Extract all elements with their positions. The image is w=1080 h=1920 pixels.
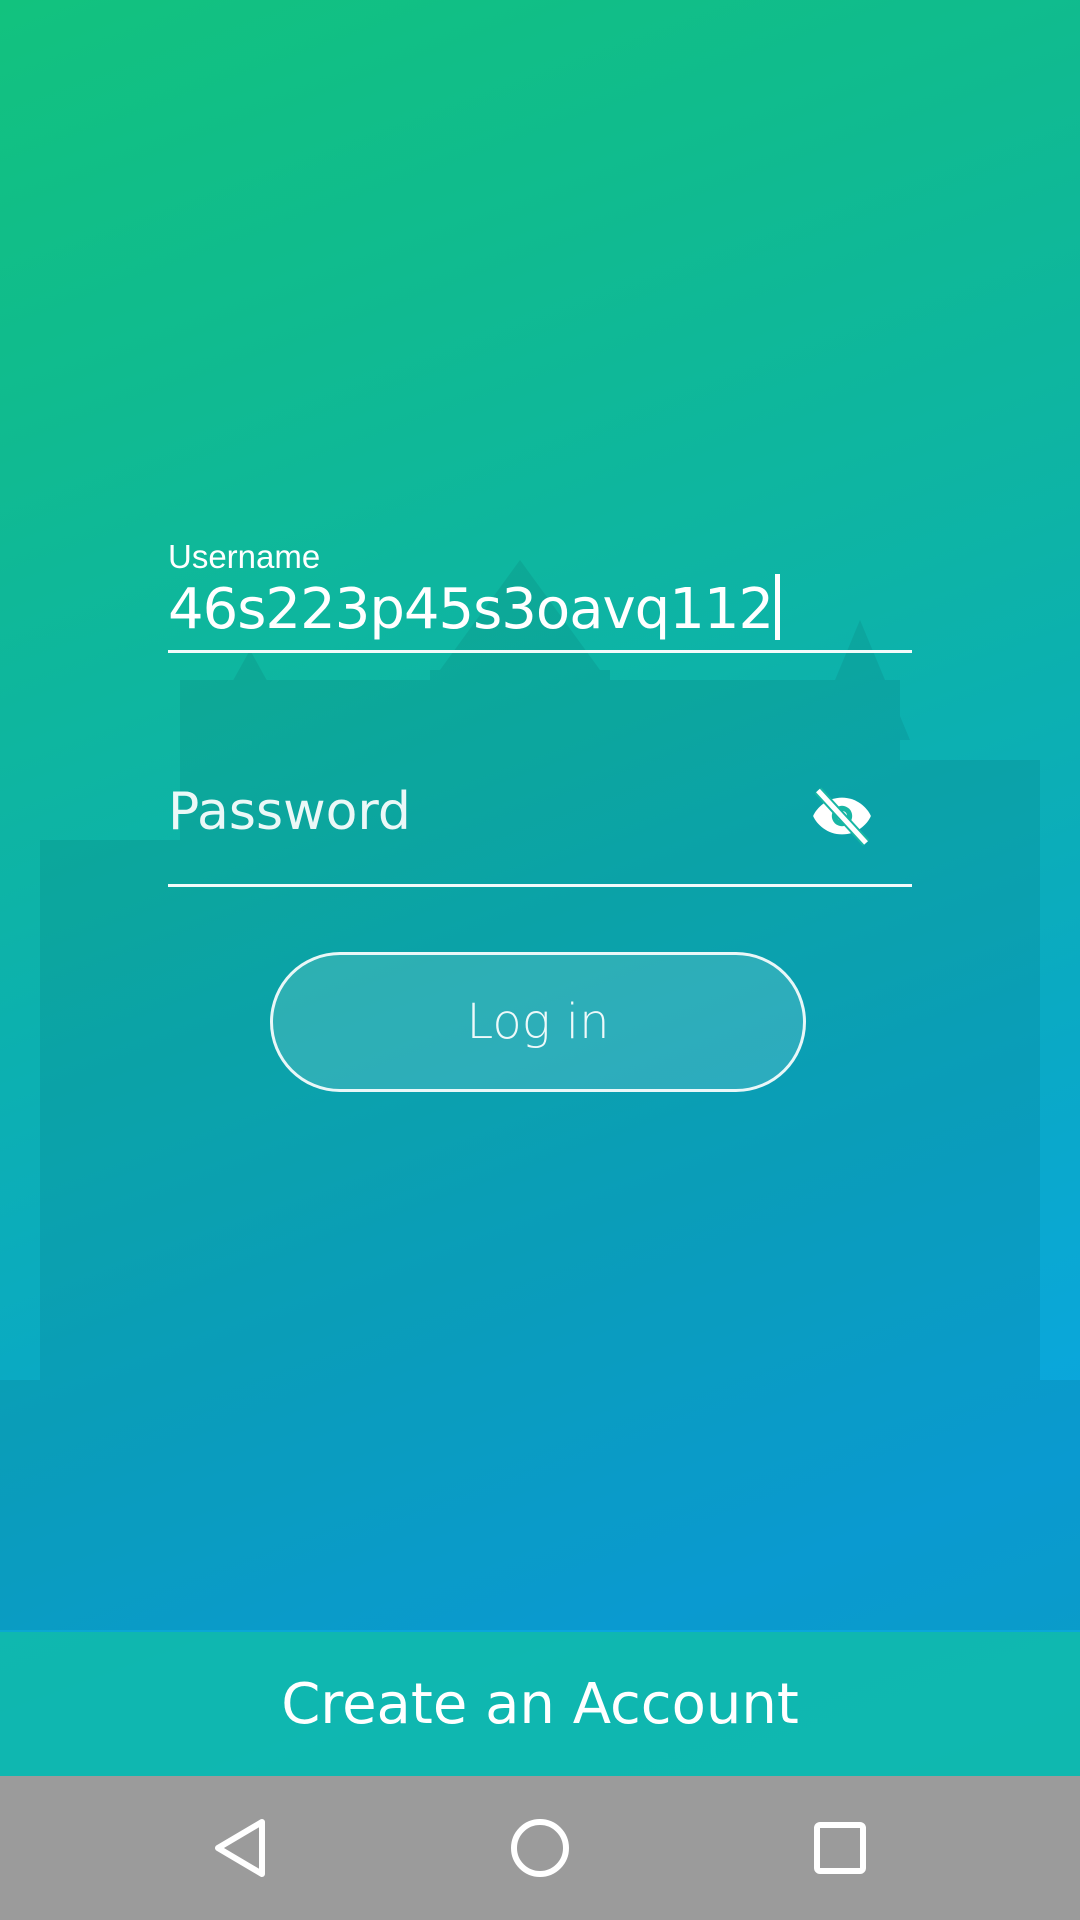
back-triangle-icon[interactable] [198,1806,282,1890]
create-account-button[interactable]: Create an Account [0,1632,1080,1776]
login-button[interactable]: Log in [270,952,806,1092]
username-label: Username [168,538,321,575]
login-screen: Username 46s223p45s3oavq112 Password Log… [0,0,1080,1920]
password-field[interactable]: Password [168,758,912,887]
password-input[interactable]: Password [168,782,411,842]
text-cursor [775,574,781,640]
username-value: 46s223p45s3oavq112 [168,577,774,642]
system-navigation-bar [0,1776,1080,1920]
recents-square-icon[interactable] [798,1806,882,1890]
username-field[interactable]: Username 46s223p45s3oavq112 [168,530,912,653]
background-building-image [0,560,1080,1630]
eye-off-icon[interactable] [806,780,878,852]
create-account-label: Create an Account [281,1671,799,1737]
home-circle-icon[interactable] [498,1806,582,1890]
username-input[interactable]: 46s223p45s3oavq112 [168,574,781,642]
